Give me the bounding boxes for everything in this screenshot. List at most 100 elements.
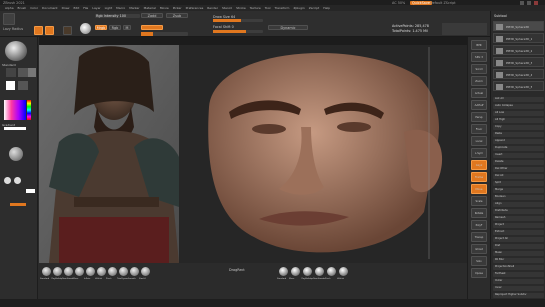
bottom-brush-icon[interactable] xyxy=(97,267,106,276)
panel-btn[interactable]: Merge xyxy=(493,188,544,193)
quick-brush-icon[interactable] xyxy=(303,267,312,276)
menu-file[interactable]: File xyxy=(82,6,89,10)
menu-stencil[interactable]: Stencil xyxy=(221,6,233,10)
shelf-solo[interactable]: Solo xyxy=(471,256,487,266)
light-icon[interactable] xyxy=(4,177,11,184)
focal-shift-slider[interactable] xyxy=(213,30,263,33)
panel-btn[interactable]: ProjectionShell xyxy=(493,265,544,270)
menu-picker[interactable]: Picker xyxy=(172,6,183,10)
hue-slider[interactable] xyxy=(27,100,31,120)
minimize-icon[interactable] xyxy=(520,0,524,5)
color-picker[interactable] xyxy=(4,100,26,120)
zadd-active-button[interactable] xyxy=(141,25,163,30)
matcap-sphere-icon[interactable] xyxy=(9,147,23,161)
m-button[interactable]: M xyxy=(123,25,131,30)
panel-btn[interactable]: All High xyxy=(493,118,544,123)
shelf-xpose[interactable]: Xpose xyxy=(471,268,487,278)
shelf-bpr[interactable]: BPR xyxy=(471,40,487,50)
panel-btn[interactable]: Outer xyxy=(493,279,544,284)
quick-brush-icon[interactable] xyxy=(279,267,288,276)
panel-btn[interactable]: Paste xyxy=(493,132,544,137)
bottom-brush-icon[interactable] xyxy=(75,267,84,276)
shelf-move[interactable]: Move xyxy=(471,184,487,194)
menu-transform[interactable]: Transform xyxy=(274,6,291,10)
material-icon[interactable] xyxy=(18,81,28,90)
panel-btn[interactable]: Extract xyxy=(493,230,544,235)
close-icon[interactable] xyxy=(534,0,538,5)
rgb-button[interactable]: Rgb xyxy=(109,25,121,30)
subtool-item[interactable]: PM3D_Sphere3D_4 xyxy=(493,69,544,79)
menu-marker[interactable]: Marker xyxy=(128,6,140,10)
alpha-off-icon[interactable] xyxy=(18,68,28,77)
main-color-swatch[interactable] xyxy=(6,81,15,90)
panel-btn[interactable]: Reproject Higher Subdiv xyxy=(493,293,544,298)
shelf-l-sym[interactable]: L.Sym xyxy=(471,148,487,158)
shelf-transp[interactable]: Transp xyxy=(471,232,487,242)
subtool-item[interactable]: PM3D_Sphere3D_1 xyxy=(493,33,544,43)
bottom-brush-icon[interactable] xyxy=(64,267,73,276)
texture-off-icon[interactable] xyxy=(28,68,36,77)
menu-stroke[interactable]: Stroke xyxy=(235,6,247,10)
edit-button[interactable] xyxy=(34,26,43,35)
brush-standard-icon[interactable] xyxy=(5,41,27,61)
menu-edit[interactable]: Edit xyxy=(72,6,80,10)
panel-btn[interactable]: Project xyxy=(493,223,544,228)
menu-movie[interactable]: Movie xyxy=(159,6,170,10)
panel-btn[interactable]: Split xyxy=(493,181,544,186)
document-canvas[interactable] xyxy=(39,37,467,263)
panel-btn[interactable]: Farthest xyxy=(493,272,544,277)
bottom-brush-icon[interactable] xyxy=(130,267,139,276)
shelf-scroll[interactable]: Scroll xyxy=(471,64,487,74)
shelf-actual[interactable]: Actual xyxy=(471,88,487,98)
panel-btn[interactable]: Inner xyxy=(493,286,544,291)
quick-brush-icon[interactable] xyxy=(291,267,300,276)
subtool-item[interactable]: PM3D_Sphere3D_5 xyxy=(493,81,544,91)
menu-texture[interactable]: Texture xyxy=(249,6,262,10)
menu-draw[interactable]: Draw xyxy=(61,6,71,10)
subtool-item[interactable]: PM3D_Sphere3D xyxy=(493,21,544,31)
menu-render[interactable]: Render xyxy=(206,6,219,10)
panel-btn[interactable]: Align xyxy=(493,202,544,207)
shelf-floor[interactable]: Floor xyxy=(471,124,487,134)
menu-layer[interactable]: Layer xyxy=(91,6,101,10)
panel-btn[interactable]: List All xyxy=(493,97,544,102)
bottom-brush-icon[interactable] xyxy=(42,267,51,276)
menu-preferences[interactable]: Preferences xyxy=(185,6,205,10)
subtool-item[interactable]: PM3D_Sphere3D_3 xyxy=(493,57,544,67)
quick-brush-icon[interactable] xyxy=(315,267,324,276)
alternate-bar[interactable] xyxy=(10,203,26,206)
panel-btn[interactable]: Append xyxy=(493,139,544,144)
tool-preview[interactable] xyxy=(442,23,487,35)
bottom-brush-icon[interactable] xyxy=(86,267,95,276)
material-sphere-icon[interactable] xyxy=(80,23,91,34)
panel-btn[interactable]: Copy xyxy=(493,125,544,130)
bottom-brush-icon[interactable] xyxy=(53,267,62,276)
quick-brush-icon[interactable] xyxy=(327,267,336,276)
menu-color[interactable]: Color xyxy=(29,6,39,10)
panel-btn[interactable]: Boolean xyxy=(493,195,544,200)
panel-btn[interactable]: Mean xyxy=(493,251,544,256)
subtool-item[interactable]: PM3D_Sphere3D_2 xyxy=(493,45,544,55)
shelf-local[interactable]: Local xyxy=(471,136,487,146)
menu-help[interactable]: Help xyxy=(322,6,331,10)
move-button[interactable] xyxy=(63,26,72,35)
shelf-gxyz[interactable]: Gxyz xyxy=(471,160,487,170)
stroke-dots-icon[interactable] xyxy=(6,68,16,77)
mrgb-button[interactable]: Mrgb xyxy=(95,25,107,30)
zsub-button[interactable]: Zsub xyxy=(166,13,188,18)
menu-alpha[interactable]: Alpha xyxy=(4,6,15,10)
menu-document[interactable]: Document xyxy=(41,6,59,10)
panel-btn[interactable]: Project All xyxy=(493,237,544,242)
shelf-ghost[interactable]: Ghost xyxy=(471,244,487,254)
panel-btn[interactable]: Duplicate xyxy=(493,146,544,151)
menu-light[interactable]: Light xyxy=(104,6,114,10)
gradient-bar[interactable] xyxy=(4,127,26,130)
shelf-scale[interactable]: Scale xyxy=(471,196,487,206)
maximize-icon[interactable] xyxy=(527,0,531,5)
shelf-rotate[interactable]: Rotate xyxy=(471,208,487,218)
panel-btn[interactable]: Del All xyxy=(493,174,544,179)
panel-btn[interactable]: Remesh xyxy=(493,216,544,221)
quicksave-button[interactable]: QuickSave xyxy=(410,0,432,5)
shelf-persp[interactable]: Persp xyxy=(471,112,487,122)
panel-btn[interactable]: Delete xyxy=(493,160,544,165)
